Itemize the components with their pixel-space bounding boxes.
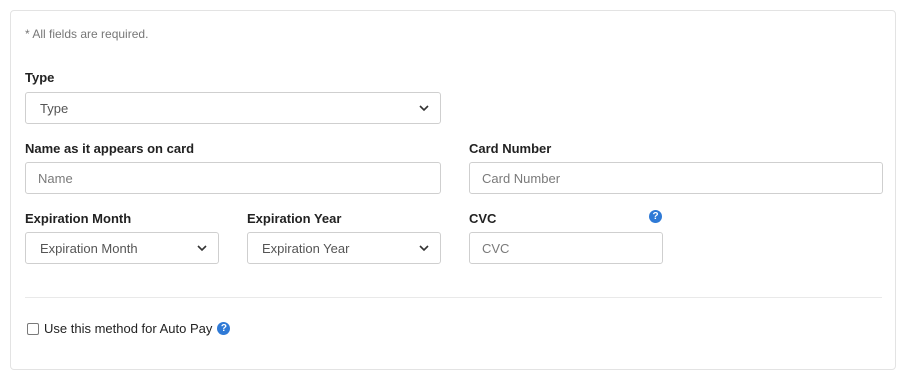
type-label: Type: [25, 70, 55, 85]
name-label: Name as it appears on card: [25, 141, 195, 156]
type-select-value: Type: [40, 100, 69, 116]
name-input-placeholder: Name: [38, 170, 73, 186]
chevron-down-icon: [418, 242, 430, 254]
autopay-help-icon[interactable]: ?: [217, 322, 231, 335]
card-number-placeholder: Card Number: [482, 170, 561, 186]
autopay-checkbox[interactable]: [27, 322, 39, 335]
payment-method-form: * All fields are required. Type Type Nam…: [10, 10, 896, 370]
expiration-month-select[interactable]: Expiration Month: [25, 232, 219, 264]
expiration-year-select[interactable]: Expiration Year: [247, 232, 441, 264]
cvc-input[interactable]: CVC: [469, 232, 663, 264]
card-number-label: Card Number: [469, 141, 552, 156]
expiration-month-label: Expiration Month: [25, 211, 132, 226]
expiration-year-value: Expiration Year: [262, 240, 350, 256]
type-select[interactable]: Type: [25, 92, 441, 124]
autopay-label[interactable]: Use this method for Auto Pay: [44, 321, 212, 336]
cvc-help-icon[interactable]: ?: [649, 210, 662, 223]
chevron-down-icon: [196, 242, 208, 254]
chevron-down-icon: [418, 102, 430, 114]
card-number-input[interactable]: Card Number: [469, 162, 883, 194]
autopay-row: Use this method for Auto Pay ?: [27, 321, 231, 336]
cvc-placeholder: CVC: [482, 240, 510, 256]
section-divider: [25, 297, 882, 298]
required-fields-note: * All fields are required.: [25, 27, 149, 41]
expiration-month-value: Expiration Month: [40, 240, 138, 256]
cvc-label: CVC: [469, 211, 497, 226]
expiration-year-label: Expiration Year: [247, 211, 342, 226]
name-input[interactable]: Name: [25, 162, 441, 194]
